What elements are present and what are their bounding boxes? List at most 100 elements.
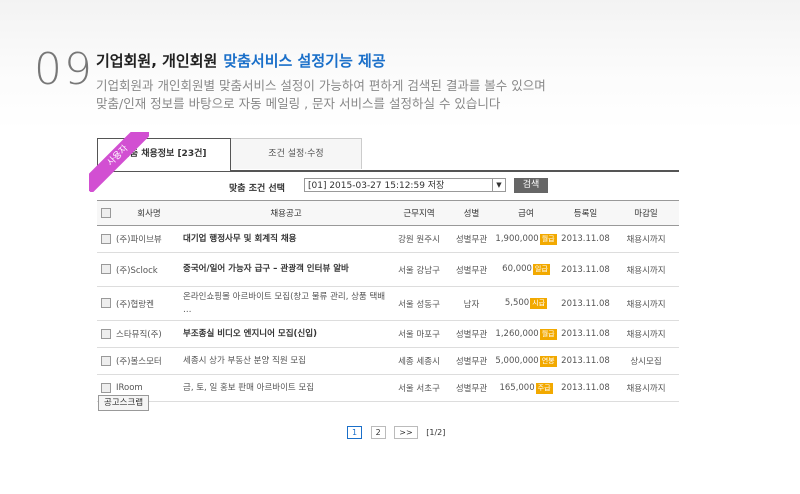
close-cell: 채용시까지 bbox=[613, 286, 679, 321]
col-area: 근무지역 bbox=[389, 200, 449, 226]
row-checkbox[interactable] bbox=[101, 264, 111, 275]
condition-label: 맞춤 조건 선택 bbox=[229, 184, 285, 194]
pay-cell: 165,000 주급 bbox=[494, 374, 558, 402]
date-cell: 2013.11.08 bbox=[558, 286, 613, 321]
col-company: 회사명 bbox=[115, 200, 183, 226]
pay-cell: 5,500 시급 bbox=[494, 286, 558, 321]
company-cell[interactable]: (주)협랑켄 bbox=[115, 286, 183, 321]
table-row[interactable]: IRoom 금, 토, 일 홍보 판매 아르바이트 모집 서울 서초구 성별무관 165… bbox=[97, 374, 679, 402]
pay-amount: 165,000 bbox=[499, 382, 535, 393]
tab-condition-settings[interactable]: 조건 설정·수정 bbox=[230, 138, 362, 169]
company-cell[interactable]: (주)파이브뷰 bbox=[115, 225, 183, 253]
row-checkbox-cell bbox=[97, 286, 115, 321]
area-cell: 서울 서초구 bbox=[389, 374, 449, 402]
select-all-checkbox[interactable] bbox=[101, 207, 111, 218]
section-title: 기업회원, 개인회원 맞춤서비스 설정기능 제공 bbox=[96, 50, 386, 71]
row-checkbox-cell bbox=[97, 252, 115, 287]
gender-cell: 남자 bbox=[449, 286, 494, 321]
pay-unit-badge: 월급 bbox=[539, 233, 557, 245]
col-close: 마감일 bbox=[613, 200, 679, 226]
job-title-link[interactable]: 금, 토, 일 홍보 판매 아르바이트 모집 bbox=[183, 374, 389, 402]
custom-jobs-panel: 사용자 맞춤 채용정보 [23건] 조건 설정·수정 맞춤 조건 선택 [01]… bbox=[89, 132, 679, 402]
pay-unit-badge: 연봉 bbox=[539, 355, 557, 367]
search-button[interactable]: 검색 bbox=[514, 178, 548, 193]
pay-cell: 60,000 일급 bbox=[494, 252, 558, 287]
desc-line-1: 기업회원과 개인회원별 맞춤서비스 설정이 가능하여 편하게 검색된 결과를 볼… bbox=[96, 78, 546, 93]
date-cell: 2013.11.08 bbox=[558, 374, 613, 402]
row-checkbox-cell bbox=[97, 320, 115, 348]
gender-cell: 성별무관 bbox=[449, 252, 494, 287]
job-title-link[interactable]: 부조종실 비디오 엔지니어 모집(신입) bbox=[183, 320, 389, 348]
desc-line-2: 맞춤/인재 정보를 바탕으로 자동 메일링 , 문자 서비스를 설정하실 수 있… bbox=[96, 96, 501, 111]
gender-cell: 성별무관 bbox=[449, 225, 494, 253]
pay-unit-badge: 주급 bbox=[535, 382, 553, 394]
row-checkbox-cell bbox=[97, 225, 115, 253]
row-checkbox-cell bbox=[97, 347, 115, 375]
area-cell: 서울 성동구 bbox=[389, 286, 449, 321]
pay-amount: 1,900,000 bbox=[495, 233, 539, 244]
pay-cell: 1,260,000 월급 bbox=[494, 320, 558, 348]
area-cell: 서울 강남구 bbox=[389, 252, 449, 287]
close-cell: 채용시까지 bbox=[613, 374, 679, 402]
job-title-link[interactable]: 세종시 상가 부동산 분양 직원 모집 bbox=[183, 347, 389, 375]
table-row[interactable]: (주)협랑켄 온라인쇼핑몰 아르바이트 모집(창고 물류 관리, 상품 택배 … 서… bbox=[97, 286, 679, 321]
row-checkbox[interactable] bbox=[101, 233, 111, 244]
date-cell: 2013.11.08 bbox=[558, 347, 613, 375]
page-2[interactable]: 2 bbox=[370, 426, 386, 439]
select-all-cell bbox=[97, 200, 115, 226]
pay-unit-badge: 월급 bbox=[539, 328, 557, 340]
company-cell[interactable]: 스타뮤직(주) bbox=[115, 320, 183, 348]
row-checkbox[interactable] bbox=[101, 355, 111, 366]
date-cell: 2013.11.08 bbox=[558, 225, 613, 253]
job-title-link[interactable]: 온라인쇼핑몰 아르바이트 모집(창고 물류 관리, 상품 택배 … bbox=[183, 286, 389, 321]
gender-cell: 성별무관 bbox=[449, 374, 494, 402]
pay-amount: 5,000,000 bbox=[495, 355, 539, 366]
close-cell: 채용시까지 bbox=[613, 320, 679, 348]
gender-cell: 성별무관 bbox=[449, 347, 494, 375]
gender-cell: 성별무관 bbox=[449, 320, 494, 348]
condition-selected: [01] 2015-03-27 15:12:59 저장 bbox=[308, 181, 445, 191]
chevron-down-icon[interactable]: ▼ bbox=[492, 179, 505, 191]
job-table: 회사명 채용공고 근무지역 성별 급여 등록일 마감일 (주)파이브뷰 대기업 행… bbox=[97, 200, 679, 402]
pay-amount: 1,260,000 bbox=[495, 328, 539, 339]
title-text: 기업회원, 개인회원 bbox=[96, 52, 218, 70]
col-pay: 급여 bbox=[494, 200, 558, 226]
section-description: 기업회원과 개인회원별 맞춤서비스 설정이 가능하여 편하게 검색된 결과를 볼… bbox=[96, 77, 546, 113]
scrap-button[interactable]: 공고스크랩 bbox=[98, 395, 150, 411]
pay-cell: 1,900,000 월급 bbox=[494, 225, 558, 253]
job-title-link[interactable]: 중국어/일어 가능자 급구 – 관광객 인터뷰 알바 bbox=[183, 252, 389, 287]
condition-select[interactable]: [01] 2015-03-27 15:12:59 저장 ▼ bbox=[304, 178, 506, 192]
row-checkbox[interactable] bbox=[101, 298, 111, 309]
table-row[interactable]: (주)파이브뷰 대기업 행정사무 및 회계직 채용 강원 원주시 성별무관 1,900,… bbox=[97, 225, 679, 253]
user-ribbon: 사용자 bbox=[89, 132, 149, 192]
page-info: [1/2] bbox=[426, 428, 446, 437]
ribbon-label: 사용자 bbox=[89, 132, 149, 192]
next-page[interactable]: >> bbox=[394, 426, 418, 439]
date-cell: 2013.11.08 bbox=[558, 252, 613, 287]
date-cell: 2013.11.08 bbox=[558, 320, 613, 348]
col-gender: 성별 bbox=[449, 200, 494, 226]
table-row[interactable]: (주)볼스모터 세종시 상가 부동산 분양 직원 모집 세종 세종시 성별무관 5,00… bbox=[97, 347, 679, 375]
pay-cell: 5,000,000 연봉 bbox=[494, 347, 558, 375]
pagination: 1 2 >> [1/2] bbox=[347, 426, 451, 439]
page-1[interactable]: 1 bbox=[347, 426, 363, 439]
condition-search-bar: 맞춤 조건 선택 [01] 2015-03-27 15:12:59 저장 ▼ 검색 bbox=[97, 172, 679, 200]
table-row[interactable]: 스타뮤직(주) 부조종실 비디오 엔지니어 모집(신입) 서울 마포구 성별무관 1,2… bbox=[97, 320, 679, 348]
row-checkbox[interactable] bbox=[101, 328, 111, 339]
pay-amount: 60,000 bbox=[502, 264, 532, 274]
col-date: 등록일 bbox=[558, 200, 613, 226]
pay-unit-badge: 시급 bbox=[530, 298, 548, 309]
row-checkbox[interactable] bbox=[101, 382, 111, 393]
col-title: 채용공고 bbox=[183, 200, 389, 226]
section-number: 09 bbox=[34, 44, 94, 95]
table-row[interactable]: (주)Sclock 중국어/일어 가능자 급구 – 관광객 인터뷰 알바 서울 강남… bbox=[97, 252, 679, 287]
pay-unit-badge: 일급 bbox=[532, 264, 550, 275]
area-cell: 강원 원주시 bbox=[389, 225, 449, 253]
job-title-link[interactable]: 대기업 행정사무 및 회계직 채용 bbox=[183, 225, 389, 253]
company-cell[interactable]: (주)Sclock bbox=[115, 252, 183, 287]
company-cell[interactable]: (주)볼스모터 bbox=[115, 347, 183, 375]
pay-amount: 5,500 bbox=[504, 298, 530, 308]
close-cell: 상시모집 bbox=[613, 347, 679, 375]
close-cell: 채용시까지 bbox=[613, 252, 679, 287]
area-cell: 서울 마포구 bbox=[389, 320, 449, 348]
